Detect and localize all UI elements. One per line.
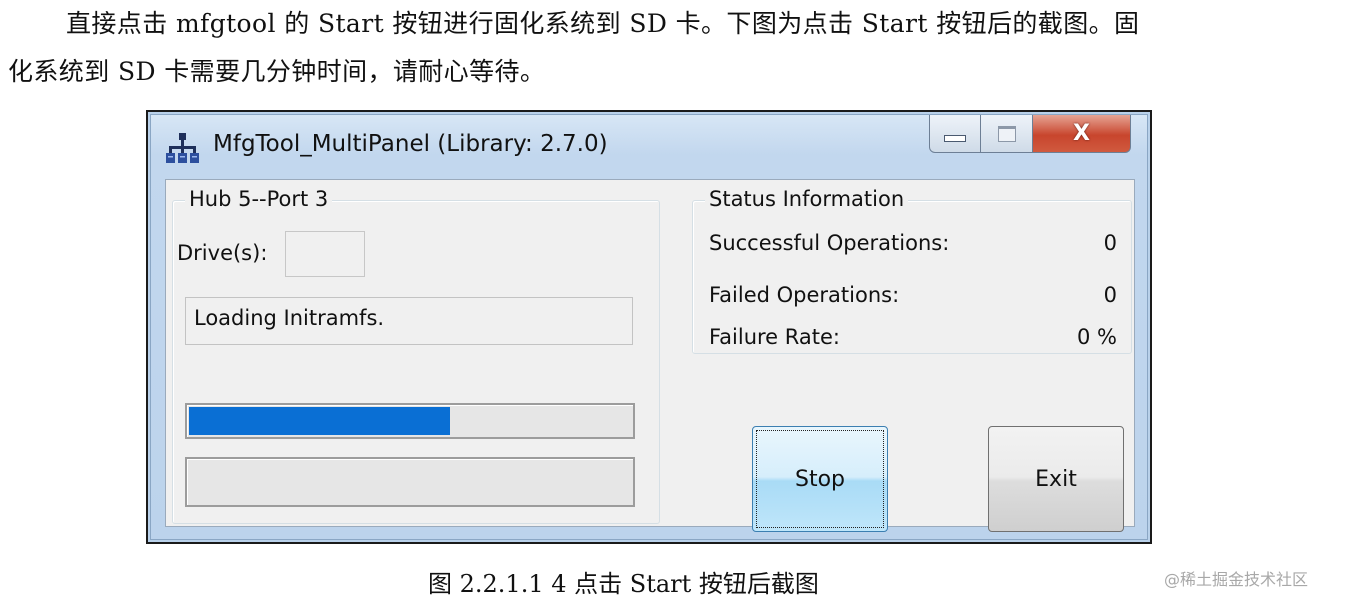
window-caption-buttons: X	[929, 115, 1131, 153]
failed-operations-label: Failed Operations:	[709, 283, 900, 307]
paragraph-line-2: 化系统到 SD 卡需要几分钟时间，请耐心等待。	[8, 57, 546, 86]
figure-caption: 图 2.2.1.1 4 点击 Start 按钮后截图	[428, 570, 819, 598]
failure-rate-label: Failure Rate:	[709, 325, 840, 349]
exit-button[interactable]: Exit	[988, 426, 1124, 532]
operation-status-field: Loading Initramfs.	[185, 297, 633, 345]
close-button[interactable]: X	[1033, 115, 1131, 153]
failed-operations-value: 0	[1103, 283, 1117, 307]
close-icon: X	[1073, 121, 1090, 146]
hub-port-legend: Hub 5--Port 3	[185, 187, 333, 211]
operation-progress-fill	[189, 407, 450, 435]
successful-operations-value: 0	[1103, 231, 1117, 255]
document-page: 直接点击 mfgtool 的 Start 按钮进行固化系统到 SD 卡。下图为点…	[0, 0, 1346, 605]
operation-progress-bar	[185, 403, 635, 439]
window-frame: MfgTool_MultiPanel (Library: 2.7.0) X Hu…	[150, 114, 1148, 540]
maximize-icon	[997, 125, 1016, 142]
paragraph-line-1: 直接点击 mfgtool 的 Start 按钮进行固化系统到 SD 卡。下图为点…	[66, 9, 1140, 38]
network-app-icon	[166, 133, 199, 163]
drives-field[interactable]	[285, 231, 365, 277]
window-title: MfgTool_MultiPanel (Library: 2.7.0)	[213, 131, 608, 157]
failure-rate-value: 0 %	[1077, 325, 1117, 349]
successful-operations-label: Successful Operations:	[709, 231, 950, 255]
operation-status-text: Loading Initramfs.	[194, 306, 385, 330]
maximize-button[interactable]	[981, 115, 1033, 153]
client-area: Hub 5--Port 3 Drive(s): Loading Initramf…	[165, 179, 1135, 532]
watermark: @稀土掘金技术社区	[1164, 570, 1309, 589]
status-information-group: Status Information Successful Operations…	[692, 187, 1132, 354]
minimize-icon	[944, 135, 966, 142]
secondary-progress-bar	[185, 457, 635, 507]
drives-label: Drive(s):	[177, 241, 268, 265]
app-window-screenshot: MfgTool_MultiPanel (Library: 2.7.0) X Hu…	[146, 110, 1152, 544]
stop-button[interactable]: Stop	[752, 426, 888, 532]
status-information-legend: Status Information	[705, 187, 909, 211]
minimize-button[interactable]	[929, 115, 981, 153]
hub-port-group: Hub 5--Port 3 Drive(s): Loading Initramf…	[172, 187, 660, 524]
title-bar[interactable]: MfgTool_MultiPanel (Library: 2.7.0) X	[151, 115, 1147, 177]
